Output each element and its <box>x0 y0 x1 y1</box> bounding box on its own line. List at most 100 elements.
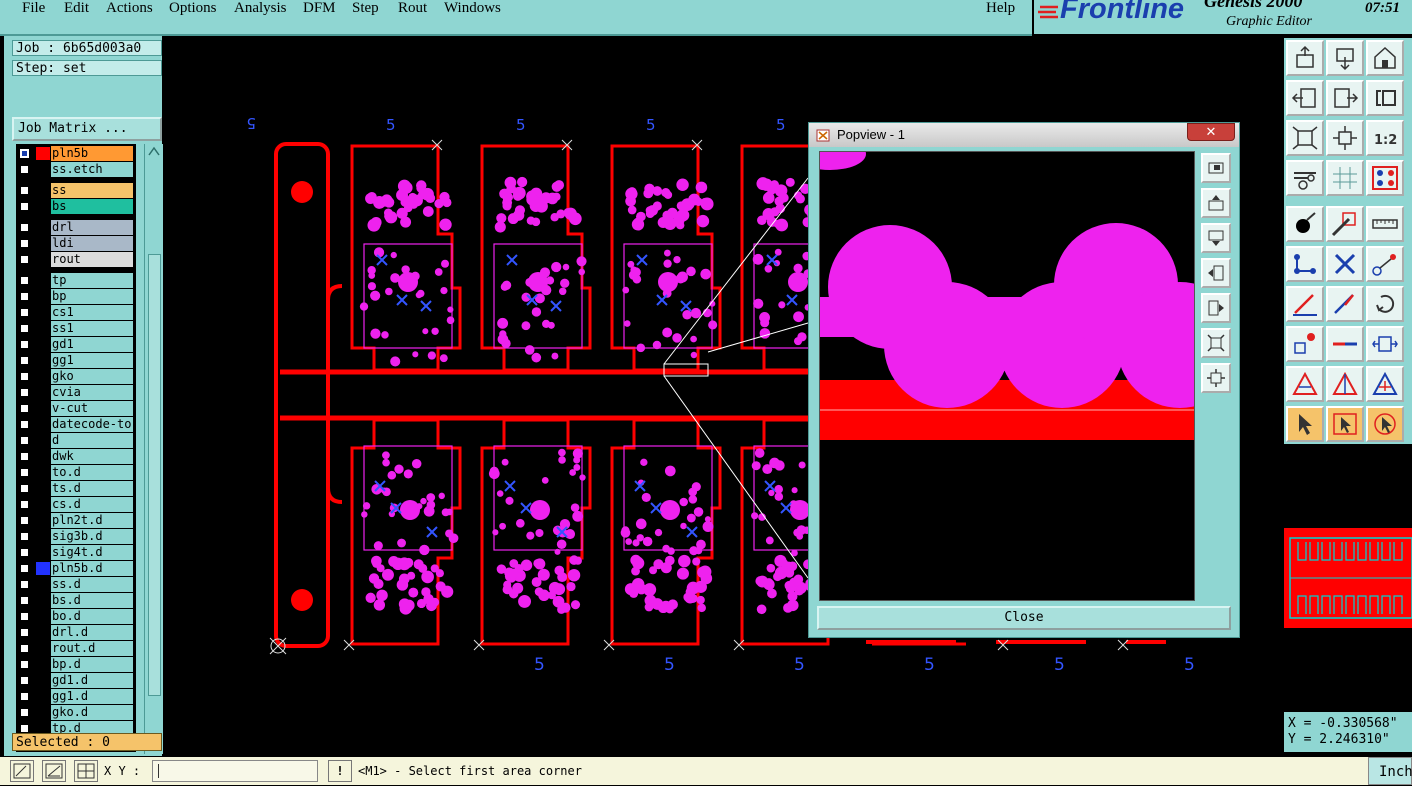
layer-row-drl.d[interactable]: drl.d <box>16 625 136 640</box>
layer-checkbox[interactable] <box>20 292 29 301</box>
layer-checkbox[interactable] <box>20 452 29 461</box>
layer-name[interactable]: rout.d <box>51 641 133 656</box>
zoom-fit-icon[interactable] <box>1286 120 1324 156</box>
layer-name[interactable]: pln5b.d <box>51 561 133 576</box>
layer-color-swatch[interactable] <box>36 562 50 575</box>
layer-row-gko[interactable]: gko <box>16 369 136 384</box>
layer-name[interactable]: v-cut <box>51 401 133 416</box>
layer-checkbox[interactable] <box>20 548 29 557</box>
menu-edit[interactable]: Edit <box>64 0 89 17</box>
units-button[interactable]: Inch <box>1368 757 1412 785</box>
pop-zoom-fit-icon[interactable] <box>1201 153 1231 183</box>
layer-name[interactable]: to.d <box>51 465 133 480</box>
scroll-up-icon[interactable] <box>147 146 161 156</box>
layer-row-gd1[interactable]: gd1 <box>16 337 136 352</box>
select-net-icon[interactable] <box>1366 406 1404 442</box>
pop-pan-up-icon[interactable] <box>1201 188 1231 218</box>
pop-pan-left-icon[interactable] <box>1201 258 1231 288</box>
pop-pan-down-icon[interactable] <box>1201 223 1231 253</box>
layer-name[interactable]: gg1 <box>51 353 133 368</box>
layer-name[interactable]: cs1 <box>51 305 133 320</box>
layer-checkbox[interactable] <box>20 724 29 733</box>
layer-name[interactable]: sig3b.d <box>51 529 133 544</box>
layer-row-ss1[interactable]: ss1 <box>16 321 136 336</box>
layer-checkbox[interactable] <box>20 324 29 333</box>
layer-row-gg1.d[interactable]: gg1.d <box>16 689 136 704</box>
triangle-add-icon[interactable] <box>1366 366 1404 402</box>
undo-view-icon[interactable] <box>1366 80 1404 116</box>
layer-checkbox[interactable] <box>20 165 29 174</box>
snap-mode-icon[interactable] <box>10 760 34 782</box>
pop-zoom-in-icon[interactable] <box>1201 328 1231 358</box>
layer-checkbox[interactable] <box>20 676 29 685</box>
layer-name[interactable]: gg1.d <box>51 689 133 704</box>
layer-checkbox[interactable] <box>20 644 29 653</box>
layer-row-bo.d[interactable]: bo.d <box>16 609 136 624</box>
layer-name[interactable]: bo.d <box>51 609 133 624</box>
layer-name[interactable]: drl.d <box>51 625 133 640</box>
popview-canvas[interactable] <box>819 151 1195 601</box>
home-up-icon[interactable] <box>1286 40 1324 76</box>
layer-checkbox[interactable] <box>20 223 29 232</box>
layer-checkbox[interactable] <box>20 372 29 381</box>
snap-icon[interactable] <box>1366 160 1404 196</box>
layer-row-rout[interactable]: rout <box>16 252 136 267</box>
tools-icon[interactable] <box>1286 160 1324 196</box>
rotate-icon[interactable] <box>1366 286 1404 322</box>
grid-mode-icon[interactable] <box>74 760 98 782</box>
home-down-icon[interactable] <box>1326 40 1364 76</box>
layer-name[interactable]: dwk <box>51 449 133 464</box>
add-line-icon[interactable] <box>1326 206 1364 242</box>
popview-titlebar[interactable]: Popview - 1 <box>809 123 1239 147</box>
layer-checkbox[interactable] <box>20 596 29 605</box>
edit-line-icon[interactable] <box>1286 286 1324 322</box>
zoom-center-icon[interactable] <box>1326 120 1364 156</box>
popview-close-icon[interactable]: ✕ <box>1187 123 1235 141</box>
pan-right-icon[interactable] <box>1326 80 1364 116</box>
layer-row-pln5b.d[interactable]: pln5b.d <box>16 561 136 576</box>
layer-checkbox[interactable] <box>20 660 29 669</box>
layer-checkbox[interactable] <box>20 708 29 717</box>
layer-row-tp[interactable]: tp <box>16 273 136 288</box>
layer-row-bp.d[interactable]: bp.d <box>16 657 136 672</box>
layer-name[interactable]: gd1.d <box>51 673 133 688</box>
layer-checkbox[interactable] <box>20 388 29 397</box>
layer-name[interactable]: ss <box>51 183 133 198</box>
layer-checkbox[interactable] <box>20 255 29 264</box>
layer-row-bp[interactable]: bp <box>16 289 136 304</box>
layer-name[interactable]: ss1 <box>51 321 133 336</box>
menu-dfm[interactable]: DFM <box>303 0 336 17</box>
layer-row-ss[interactable]: ss <box>16 183 136 198</box>
layer-checkbox[interactable] <box>20 239 29 248</box>
layer-row-drl[interactable]: drl <box>16 220 136 235</box>
layer-name[interactable]: gko.d <box>51 705 133 720</box>
layer-row-cs.d[interactable]: cs.d <box>16 497 136 512</box>
delete-icon[interactable] <box>1326 246 1364 282</box>
layer-name[interactable]: datecode-to <box>51 417 133 432</box>
layer-name[interactable]: rout <box>51 252 133 267</box>
layer-row-bs[interactable]: bs <box>16 199 136 214</box>
layer-name[interactable]: cvia <box>51 385 133 400</box>
layer-name[interactable]: bp.d <box>51 657 133 672</box>
menu-analysis[interactable]: Analysis <box>234 0 287 17</box>
layer-row-to.d[interactable]: to.d <box>16 465 136 480</box>
layer-name[interactable]: gd1 <box>51 337 133 352</box>
layer-checkbox[interactable] <box>20 202 29 211</box>
layer-color-swatch[interactable] <box>36 147 50 160</box>
layer-list-scrollbar[interactable] <box>144 144 163 754</box>
layer-row-ss.d[interactable]: ss.d <box>16 577 136 592</box>
split-line-icon[interactable] <box>1326 326 1364 362</box>
layer-checkbox[interactable] <box>20 516 29 525</box>
layer-row-bs.d[interactable]: bs.d <box>16 593 136 608</box>
layer-name[interactable]: gko <box>51 369 133 384</box>
measure-icon[interactable] <box>1366 206 1404 242</box>
layer-checkbox[interactable] <box>20 404 29 413</box>
layer-checkbox[interactable] <box>20 340 29 349</box>
layer-checkbox[interactable] <box>20 468 29 477</box>
overview-map[interactable] <box>1284 446 1412 708</box>
zoom-ratio-icon[interactable]: 1:2 <box>1366 120 1404 156</box>
move-point-icon[interactable] <box>1366 246 1404 282</box>
layer-checkbox[interactable] <box>20 580 29 589</box>
layer-checkbox[interactable] <box>20 564 29 573</box>
layer-row-dwk[interactable]: dwk <box>16 449 136 464</box>
